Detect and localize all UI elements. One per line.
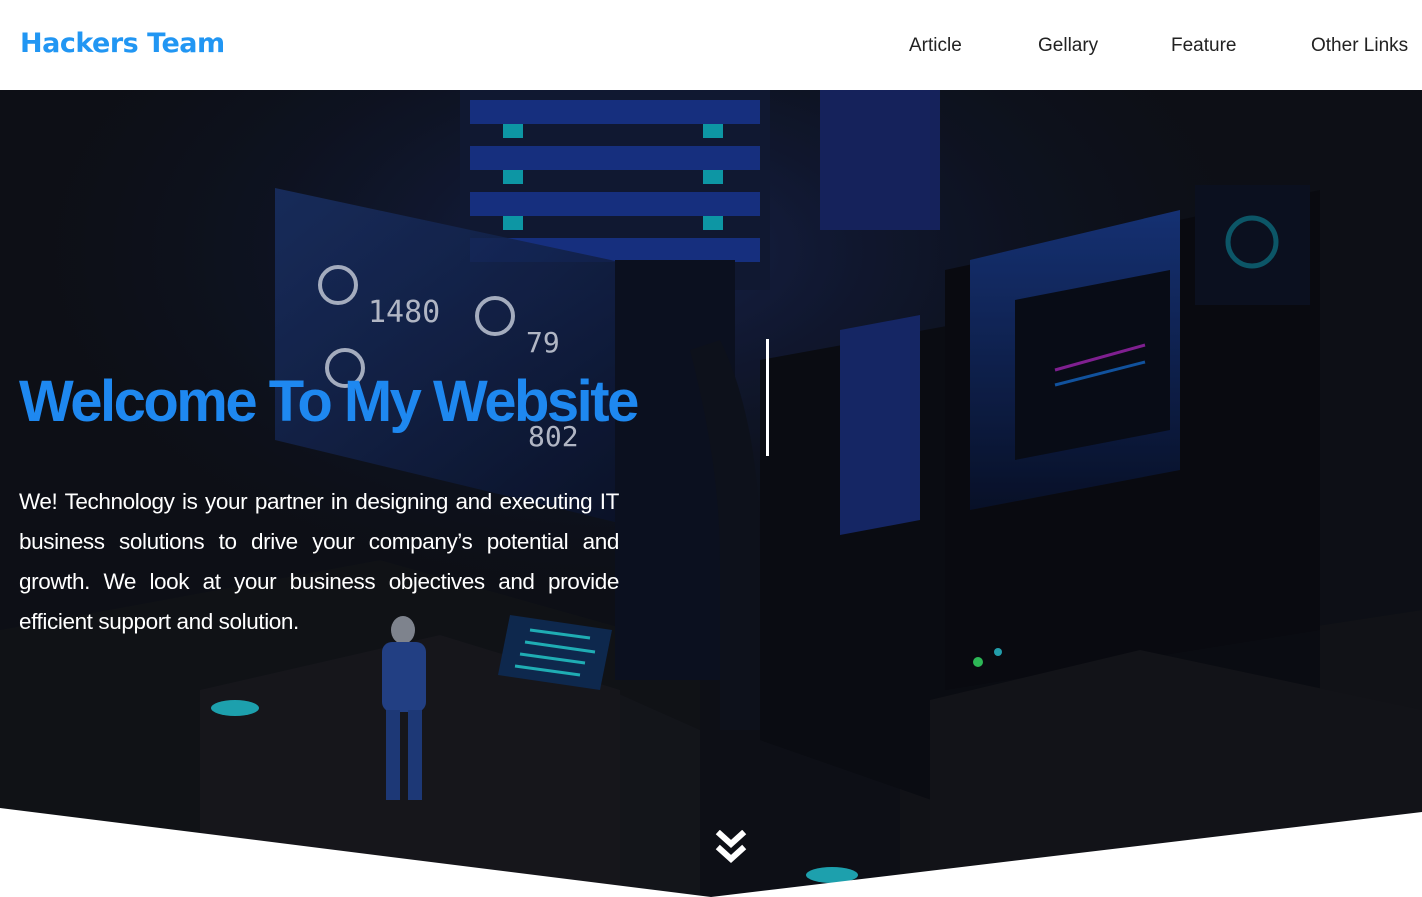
nav-link-feature[interactable]: Feature [1171,35,1236,57]
hero-section: 1480 79 802 Welcome To My Website We! Te… [0,90,1422,897]
hero-description: We! Technology is your partner in design… [19,489,619,634]
site-header: Hackers Team Article Gellary Feature Oth… [0,0,1422,90]
typing-cursor [766,339,769,456]
main-nav: Article Gellary Feature Other Links [0,35,1422,59]
double-chevron-down-icon[interactable] [714,829,748,870]
hero-title: Welcome To My Website [19,369,639,434]
nav-link-other-links[interactable]: Other Links [1311,35,1408,57]
nav-link-article[interactable]: Article [909,35,962,57]
nav-link-gallery[interactable]: Gellary [1038,35,1098,57]
